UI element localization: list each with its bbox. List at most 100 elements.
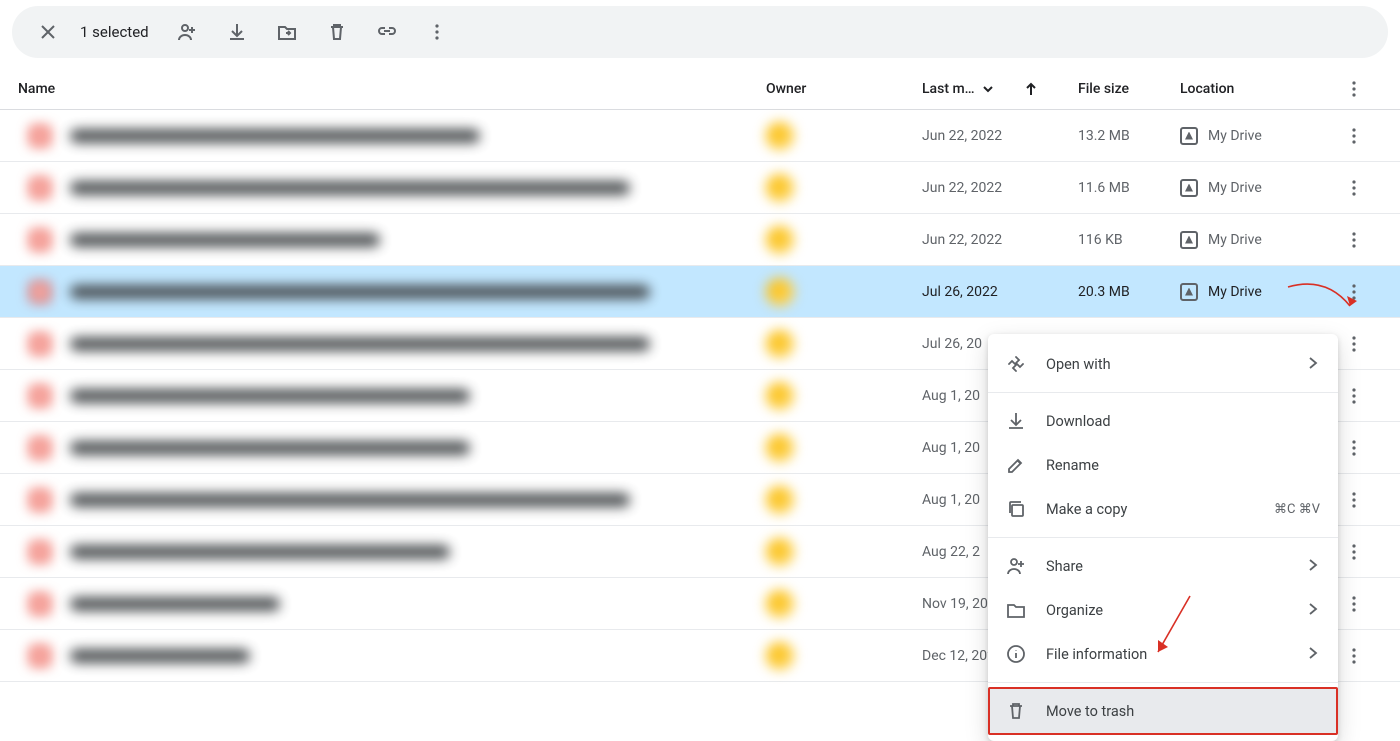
row-more-button[interactable] [1336,534,1372,570]
row-more-button[interactable] [1336,586,1372,622]
more-vert-icon [1344,438,1364,458]
location-label: My Drive [1208,128,1262,144]
menu-file-info[interactable]: File information [988,632,1338,676]
pdf-file-icon [30,126,50,146]
column-settings[interactable] [1334,79,1374,99]
more-toolbar-button[interactable] [415,10,459,54]
open-with-icon [1006,354,1026,374]
pdf-file-icon [30,386,50,406]
delete-button[interactable] [315,10,359,54]
menu-make-copy[interactable]: Make a copy ⌘C ⌘V [988,487,1338,531]
column-owner[interactable]: Owner [766,81,922,97]
avatar [766,590,794,618]
table-row[interactable]: Jun 22, 2022 116 KB My Drive [0,214,1400,266]
file-size: 116 KB [1078,232,1180,248]
move-button[interactable] [265,10,309,54]
modified-date: Jun 22, 2022 [922,128,1078,144]
selection-toolbar: 1 selected [12,6,1388,58]
row-more-button[interactable] [1336,430,1372,466]
column-location[interactable]: Location [1180,81,1334,97]
file-name [70,597,280,611]
file-name [70,649,250,663]
person-add-icon [1006,556,1026,576]
drive-icon [1180,231,1198,249]
file-name [70,545,450,559]
location-cell[interactable]: My Drive [1180,231,1334,249]
columns-header: Name Owner Last m… File size Location [0,68,1400,110]
file-name [70,389,470,403]
avatar [766,226,794,254]
column-last-modified[interactable]: Last m… [922,81,1078,97]
row-more-button[interactable] [1336,326,1372,362]
location-cell[interactable]: My Drive [1180,179,1334,197]
table-row[interactable]: Jul 26, 2022 20.3 MB My Drive [0,266,1400,318]
avatar [766,538,794,566]
drive-icon [1180,283,1198,301]
more-vert-icon [1344,386,1364,406]
file-name [70,129,480,143]
row-more-button[interactable] [1336,638,1372,674]
close-selection-button[interactable] [26,10,70,54]
context-menu: Open with Download Rename Make a copy ⌘C… [988,334,1338,741]
row-more-button[interactable] [1336,482,1372,518]
menu-shortcut: ⌘C ⌘V [1274,502,1320,517]
avatar [766,122,794,150]
file-name [70,337,650,351]
column-date-label: Last m… [922,81,975,97]
modified-date: Jun 22, 2022 [922,232,1078,248]
row-more-button[interactable] [1336,222,1372,258]
row-more-button[interactable] [1336,274,1372,310]
trash-icon [327,22,347,42]
file-size: 11.6 MB [1078,180,1180,196]
pdf-file-icon [30,230,50,250]
file-name [70,285,650,299]
file-name [70,493,630,507]
location-label: My Drive [1208,284,1262,300]
chevron-right-icon [1306,601,1320,619]
more-vert-icon [1344,490,1364,510]
rename-icon [1006,455,1026,475]
folder-icon [1006,600,1026,620]
row-more-button[interactable] [1336,378,1372,414]
location-label: My Drive [1208,180,1262,196]
link-icon [377,22,397,42]
chevron-right-icon [1306,557,1320,575]
arrow-up-icon [1023,81,1039,97]
column-size[interactable]: File size [1078,81,1180,97]
more-vert-icon [1344,79,1364,99]
file-size: 20.3 MB [1078,284,1180,300]
avatar [766,382,794,410]
copy-icon [1006,499,1026,519]
menu-separator [988,537,1338,538]
menu-separator [988,682,1338,683]
table-row[interactable]: Jun 22, 2022 13.2 MB My Drive [0,110,1400,162]
file-name [70,441,470,455]
menu-download[interactable]: Download [988,399,1338,443]
selection-count: 1 selected [80,23,149,41]
location-cell[interactable]: My Drive [1180,127,1334,145]
menu-share[interactable]: Share [988,544,1338,588]
avatar [766,642,794,670]
menu-open-with[interactable]: Open with [988,342,1338,386]
share-button[interactable] [165,10,209,54]
row-more-button[interactable] [1336,170,1372,206]
menu-move-to-trash[interactable]: Move to trash [988,689,1338,733]
location-cell[interactable]: My Drive [1180,283,1334,301]
download-button[interactable] [215,10,259,54]
table-row[interactable]: Jun 22, 2022 11.6 MB My Drive [0,162,1400,214]
link-button[interactable] [365,10,409,54]
row-more-button[interactable] [1336,118,1372,154]
pdf-file-icon [30,334,50,354]
avatar [766,486,794,514]
person-add-icon [177,22,197,42]
chevron-right-icon [1306,645,1320,663]
pdf-file-icon [30,542,50,562]
close-icon [38,22,58,42]
menu-organize[interactable]: Organize [988,588,1338,632]
avatar [766,434,794,462]
avatar [766,278,794,306]
menu-rename[interactable]: Rename [988,443,1338,487]
column-name[interactable]: Name [18,81,766,97]
modified-date: Jun 22, 2022 [922,180,1078,196]
drive-icon [1180,127,1198,145]
